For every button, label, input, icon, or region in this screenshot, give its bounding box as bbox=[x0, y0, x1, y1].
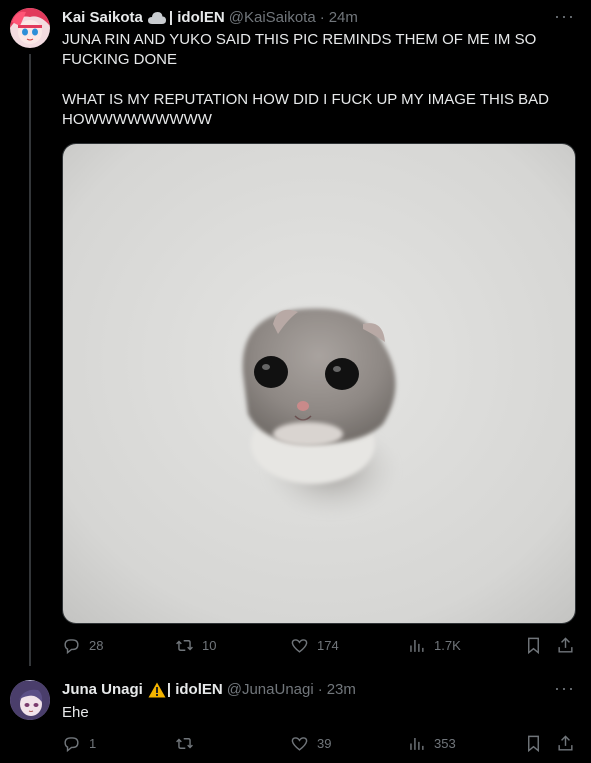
bookmark-icon bbox=[528, 637, 539, 655]
more-icon[interactable]: ··· bbox=[554, 678, 575, 699]
warning-emoji bbox=[148, 682, 166, 698]
views-button[interactable]: 1.7K bbox=[407, 636, 461, 655]
share-button[interactable] bbox=[556, 636, 575, 655]
retweet-count: 10 bbox=[202, 638, 217, 653]
share-icon bbox=[558, 735, 573, 751]
views-icon bbox=[410, 639, 424, 652]
tweet-text: JUNA RIN AND YUKO SAID THIS PIC REMINDS … bbox=[62, 31, 549, 128]
tweet-text: Ehe bbox=[62, 704, 89, 721]
like-icon bbox=[291, 737, 308, 751]
like-button[interactable]: 39 bbox=[290, 734, 331, 753]
reply-count: 28 bbox=[89, 638, 104, 653]
retweet-icon bbox=[176, 640, 193, 651]
thread-line bbox=[29, 54, 31, 666]
retweet-icon bbox=[176, 738, 193, 749]
display-name[interactable]: Juna Unagi bbox=[62, 680, 143, 700]
bookmark-button[interactable] bbox=[524, 636, 543, 655]
timestamp[interactable]: 24m bbox=[329, 8, 358, 28]
bookmark-button[interactable] bbox=[524, 734, 543, 753]
display-name[interactable]: Kai Saikota bbox=[62, 8, 143, 28]
tweet-header: Juna Unagi | idolEN @JunaUnagi · 23m bbox=[62, 680, 356, 700]
tweet-actions: 28 10 174 1.7K bbox=[62, 636, 576, 656]
handle[interactable]: @JunaUnagi bbox=[227, 680, 314, 700]
tweet-image[interactable] bbox=[62, 143, 576, 624]
handle[interactable]: @KaiSaikota bbox=[229, 8, 316, 28]
views-button[interactable]: 353 bbox=[407, 734, 456, 753]
share-icon bbox=[558, 637, 573, 653]
tweet-actions: 1 39 353 bbox=[62, 734, 576, 754]
share-button[interactable] bbox=[556, 734, 575, 753]
reply-icon bbox=[64, 737, 79, 753]
cloud-emoji bbox=[147, 11, 166, 25]
org-label: | idolEN bbox=[168, 9, 225, 26]
avatar[interactable] bbox=[10, 8, 50, 48]
timestamp[interactable]: 23m bbox=[327, 680, 356, 700]
reply-button[interactable]: 1 bbox=[62, 734, 96, 753]
views-count: 353 bbox=[434, 736, 456, 751]
tweet-header: Kai Saikota | idolEN @KaiSaikota · 24m bbox=[62, 8, 358, 28]
more-icon[interactable]: ··· bbox=[554, 6, 575, 27]
reply-icon bbox=[64, 639, 79, 655]
reply-button[interactable]: 28 bbox=[62, 636, 103, 655]
org-label: | idolEN bbox=[166, 681, 223, 698]
bookmark-icon bbox=[528, 735, 539, 753]
retweet-button[interactable]: 10 bbox=[175, 636, 216, 655]
like-icon bbox=[291, 639, 308, 653]
views-count: 1.7K bbox=[434, 638, 461, 653]
like-count: 174 bbox=[317, 638, 339, 653]
like-button[interactable]: 174 bbox=[290, 636, 339, 655]
like-count: 39 bbox=[317, 736, 332, 751]
views-icon bbox=[410, 737, 424, 750]
reply-count: 1 bbox=[89, 736, 97, 751]
retweet-button[interactable] bbox=[175, 734, 202, 753]
avatar[interactable] bbox=[10, 680, 50, 720]
